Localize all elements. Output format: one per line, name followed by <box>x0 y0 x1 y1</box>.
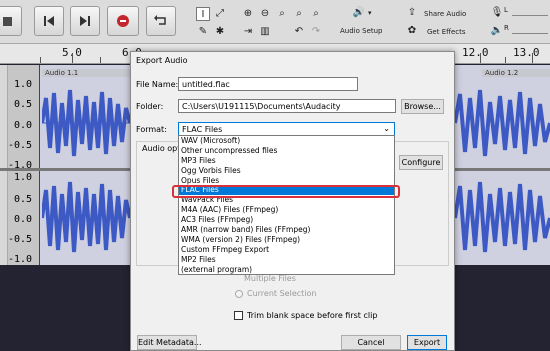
dropdown-arrow-icon: ▾ <box>368 9 372 17</box>
selection-tool-icon[interactable]: I <box>196 7 210 21</box>
scale-label: 1.0 <box>14 172 33 183</box>
silence-icon[interactable]: ▥ <box>258 25 272 39</box>
ruler-label: 13.0 <box>513 46 540 59</box>
clip-title-right[interactable]: Audio 1.2 <box>482 69 550 77</box>
format-option[interactable]: AMR (narrow band) Files (FFmpeg) <box>179 225 394 235</box>
audio-options-label: Audio opti <box>142 144 183 153</box>
waveform-channel-2-right[interactable] <box>455 172 550 264</box>
speaker-icon[interactable]: 🔊 <box>352 6 366 20</box>
meter-l-label: L <box>504 6 508 14</box>
clip-title-left[interactable]: Audio 1.1 <box>42 69 130 77</box>
scale-label: 0.5 <box>14 194 33 205</box>
fit-selection-icon[interactable]: ⌕ <box>275 7 289 21</box>
format-option[interactable]: WAV (Microsoft) <box>179 136 394 146</box>
scale-label: 0.5 <box>14 99 33 110</box>
chevron-down-icon: ⌄ <box>383 124 390 133</box>
scale-label: 1.0 <box>14 79 33 90</box>
loop-icon <box>154 15 166 25</box>
trim-label: Trim blank space before first clip <box>247 311 378 320</box>
share-icon[interactable]: ⇪ <box>405 6 419 20</box>
share-audio-label[interactable]: Share Audio <box>424 10 466 18</box>
loop-button[interactable] <box>146 6 176 36</box>
skip-end-icon <box>80 16 90 26</box>
recording-meter[interactable] <box>512 10 548 16</box>
format-option[interactable]: Custom FFmpeg Export <box>179 245 394 255</box>
file-name-label: File Name: <box>136 80 179 89</box>
skip-start-icon <box>44 16 54 26</box>
get-effects-label[interactable]: Get Effects <box>427 28 466 36</box>
folder-label: Folder: <box>136 102 164 111</box>
browse-button[interactable]: Browse... <box>401 99 444 114</box>
multi-tool-icon[interactable]: ✱ <box>213 25 227 39</box>
playback-meter[interactable] <box>512 28 548 34</box>
highlight-annotation <box>172 185 400 198</box>
zoom-out-icon[interactable]: ⊖ <box>258 7 272 21</box>
format-dropdown-list[interactable]: WAV (Microsoft) Other uncompressed files… <box>178 135 395 276</box>
scale-label: 0.0 <box>14 214 33 225</box>
cancel-button[interactable]: Cancel <box>341 335 401 350</box>
format-option[interactable]: (external program) <box>179 265 394 275</box>
export-audio-dialog: Export Audio File Name: untitled.flac Fo… <box>130 51 455 351</box>
stop-icon <box>2 16 12 26</box>
waveform-channel-1-left[interactable] <box>42 78 130 168</box>
file-name-input[interactable]: untitled.flac <box>178 77 358 91</box>
zoom-in-icon[interactable]: ⊕ <box>241 7 255 21</box>
format-option[interactable]: Other uncompressed files <box>179 146 394 156</box>
draw-tool-icon[interactable]: ✎ <box>196 25 210 39</box>
main-toolbar: I ⤢ ✎ ✱ ⊕ ⊖ ⌕ ⌕ ⌕ ⇥ ▥ ↶ ↷ 🔊 ▾ Audio Setu… <box>0 0 550 44</box>
envelope-tool-icon[interactable]: ⤢ <box>213 7 227 21</box>
format-option[interactable]: AC3 Files (FFmpeg) <box>179 215 394 225</box>
format-option[interactable]: Ogg Vorbis Files <box>179 166 394 176</box>
trim-icon[interactable]: ⇥ <box>241 25 255 39</box>
audio-setup-label[interactable]: Audio Setup <box>340 27 383 35</box>
skip-to-start-button[interactable] <box>34 6 64 36</box>
waveform-channel-2-left[interactable] <box>42 172 130 264</box>
scale-label: 0.0 <box>14 120 33 131</box>
format-option[interactable]: WMA (version 2) Files (FFmpeg) <box>179 235 394 245</box>
record-button[interactable] <box>107 6 139 36</box>
skip-to-end-button[interactable] <box>70 6 100 36</box>
edit-metadata-button[interactable]: Edit Metadata... <box>137 335 202 350</box>
redo-icon[interactable]: ↷ <box>309 25 323 39</box>
undo-icon[interactable]: ↶ <box>292 25 306 39</box>
zoom-toggle-icon[interactable]: ⌕ <box>309 7 323 21</box>
export-button[interactable]: Export <box>407 335 447 350</box>
format-label: Format: <box>136 125 167 134</box>
scale-label: -1.0 <box>8 254 33 265</box>
current-selection-label: Current Selection <box>247 289 317 298</box>
format-select[interactable]: FLAC Files ⌄ <box>178 122 395 136</box>
format-option[interactable]: MP3 Files <box>179 156 394 166</box>
trim-checkbox[interactable] <box>234 311 243 320</box>
scale-label: -0.5 <box>8 234 33 245</box>
speaker-meter-icon: 🔈 <box>490 25 504 36</box>
meter-r-label: R <box>504 24 509 32</box>
format-option[interactable]: M4A (AAC) Files (FFmpeg) <box>179 205 394 215</box>
multiple-files-label: Multiple Files <box>244 274 296 283</box>
record-icon <box>117 15 129 27</box>
stop-button[interactable] <box>0 6 22 36</box>
dialog-title: Export Audio <box>136 56 188 65</box>
plugin-icon[interactable]: ✿ <box>405 24 419 38</box>
format-option[interactable]: MP2 Files <box>179 255 394 265</box>
format-select-value: FLAC Files <box>182 125 223 134</box>
fit-project-icon[interactable]: ⌕ <box>292 7 306 21</box>
mic-icon: 🎙 <box>490 7 504 18</box>
current-selection-radio[interactable] <box>235 290 243 298</box>
ruler-label: 12.0 <box>462 46 489 59</box>
configure-button[interactable]: Configure <box>399 155 443 170</box>
scale-label: -0.5 <box>8 140 33 151</box>
waveform-channel-1-right[interactable] <box>455 78 550 168</box>
folder-input[interactable]: C:\Users\U191115\Documents\Audacity <box>178 99 396 113</box>
format-option[interactable]: Opus Files <box>179 176 394 186</box>
